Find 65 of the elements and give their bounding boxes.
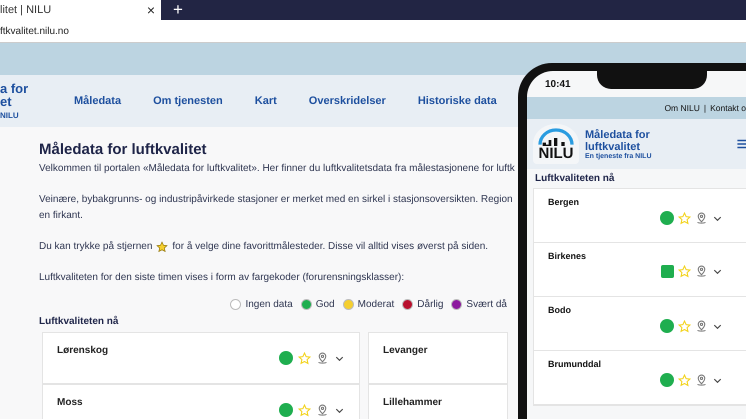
station-row[interactable]: Bodo	[534, 297, 746, 351]
star-icon[interactable]	[678, 265, 691, 278]
section-heading: Luftkvaliteten nå	[534, 172, 616, 186]
legend-label: Svært då	[466, 299, 507, 310]
legend-label: Ingen data	[245, 299, 293, 310]
site-title: Måledata for luftkvalitet	[585, 128, 651, 152]
intro-paragraph: for å velge dine favorittmålesteder. Disse vil alltid vises øverst på siden.	[172, 240, 488, 254]
new-tab-button[interactable]: +	[173, 0, 183, 20]
station-name: Brumunddal	[548, 359, 602, 369]
station-card[interactable]: Lillehammer	[368, 384, 508, 419]
address-bar[interactable]: ftkvalitet.nilu.no	[0, 20, 746, 43]
station-row[interactable]: Bergen	[534, 189, 746, 243]
nav-link[interactable]: Måledata	[74, 95, 122, 107]
station-name: Moss	[57, 397, 83, 410]
star-icon[interactable]	[678, 374, 691, 386]
station-name: Birkenes	[548, 251, 588, 261]
page-title: Måledata for luftkvalitet	[39, 141, 208, 158]
legend-label: God	[316, 299, 335, 310]
map-pin-icon[interactable]	[695, 374, 708, 386]
logo-wordmark: NILU	[538, 146, 574, 162]
legend-label: Moderat	[358, 299, 394, 310]
header-link[interactable]: Om NILU	[664, 103, 700, 113]
url-text: ftkvalitet.nilu.no	[0, 26, 69, 36]
header-link[interactable]: |	[704, 103, 706, 113]
station-name: Bodo	[548, 305, 572, 315]
intro-paragraph: Du kan trykke på stjernen	[39, 240, 152, 254]
map-pin-icon[interactable]	[695, 320, 708, 332]
skyline-arc-icon	[536, 126, 576, 146]
intro-paragraph: Veinære, bybakgrunns- og industripåvirkede stasjoner er merket med en sirkel i stasjonsoversikten. Region	[39, 193, 513, 207]
logo-title-text: a for	[0, 82, 30, 95]
logo-title-text: et	[0, 95, 13, 108]
star-icon	[156, 241, 168, 253]
star-icon[interactable]	[298, 404, 311, 416]
map-pin-icon[interactable]	[316, 404, 329, 416]
station-name: Bergen	[548, 197, 580, 207]
star-icon[interactable]	[298, 352, 311, 364]
intro-paragraph: Luftkvaliteten for den siste timen vises i form av fargekoder (forurensningsklasser):	[39, 271, 404, 285]
map-pin-icon[interactable]	[695, 212, 708, 224]
star-icon[interactable]	[678, 212, 691, 224]
status-time: 10:41	[545, 78, 571, 90]
station-card[interactable]: Lørenskog	[42, 332, 360, 384]
browser-tab[interactable]: litet | NILU ×	[0, 0, 161, 20]
station-name: Lillehammer	[383, 397, 442, 410]
nav-link[interactable]: Historiske data	[418, 95, 497, 107]
nav-link[interactable]: Overskridelser	[308, 95, 386, 107]
station-card[interactable]: Moss	[42, 384, 360, 419]
tab-title: litet | NILU	[0, 4, 52, 16]
intro-paragraph: en firkant.	[39, 209, 83, 223]
nav-link[interactable]: Kart	[254, 95, 277, 107]
intro-paragraph: Velkommen til portalen «Måledata for luftkvalitet». Her finner du luftkvalitetsdata fra målestasjonene for luftk	[39, 162, 515, 176]
header-link[interactable]: Kontakt o	[710, 103, 746, 113]
station-row[interactable]: Brumunddal	[534, 351, 746, 405]
star-icon[interactable]	[678, 320, 691, 332]
section-heading: Luftkvaliteten nå	[39, 316, 120, 327]
logo-subtitle: NILU	[0, 111, 20, 120]
map-pin-icon[interactable]	[695, 265, 708, 278]
legend-label: Dårlig	[417, 299, 444, 310]
close-tab-button[interactable]: ×	[146, 2, 155, 18]
station-card[interactable]: Levanger	[368, 332, 508, 384]
map-pin-icon[interactable]	[316, 352, 329, 364]
menu-icon[interactable]	[736, 138, 746, 150]
nav-link[interactable]: Om tjenesten	[153, 95, 223, 107]
station-name: Levanger	[383, 345, 428, 358]
station-name: Lørenskog	[57, 345, 108, 358]
station-row[interactable]: Birkenes	[534, 243, 746, 297]
